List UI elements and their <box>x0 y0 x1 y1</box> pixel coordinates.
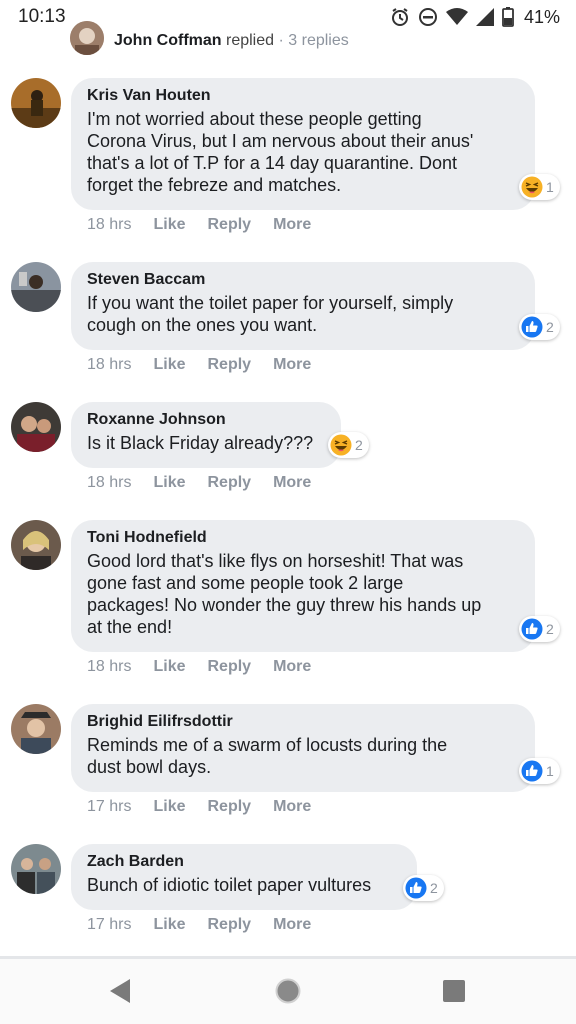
comment-bubble[interactable]: Steven Baccam If you want the toilet pap… <box>71 262 535 350</box>
comment-text: If you want the toilet paper for yoursel… <box>87 293 454 335</box>
avatar[interactable] <box>11 520 61 570</box>
comment-author[interactable]: Roxanne Johnson <box>87 410 323 430</box>
like-button[interactable]: Like <box>153 916 185 934</box>
battery-icon <box>502 7 514 27</box>
status-time: 10:13 <box>18 6 66 27</box>
comment-text: Reminds me of a swarm of locusts during … <box>87 735 448 777</box>
comment-text: Good lord that's like flys on horseshit!… <box>87 551 482 637</box>
signal-icon <box>475 8 494 26</box>
reply-button[interactable]: Reply <box>207 916 251 934</box>
comment-timestamp[interactable]: 17 hrs <box>87 798 131 816</box>
comment-actions: 18 hrs Like Reply More <box>87 356 311 374</box>
comment-actions: 17 hrs Like Reply More <box>87 798 311 816</box>
more-button[interactable]: More <box>273 798 311 816</box>
like-button[interactable]: Like <box>153 474 185 492</box>
like-reaction-icon <box>521 618 543 640</box>
like-reaction-icon <box>405 877 427 899</box>
recent-apps-icon[interactable] <box>443 980 465 1002</box>
reaction-badge[interactable]: 2 <box>519 616 560 642</box>
reply-count[interactable]: 3 replies <box>288 32 348 49</box>
avatar[interactable] <box>11 262 61 312</box>
like-reaction-icon <box>521 760 543 782</box>
comment-bubble[interactable]: Brighid Eilifrsdottir Reminds me of a sw… <box>71 704 535 792</box>
comment-timestamp[interactable]: 18 hrs <box>87 356 131 374</box>
comment-text: Is it Black Friday already??? <box>87 433 314 453</box>
reaction-badge[interactable]: 1 <box>519 174 560 200</box>
comment-bubble[interactable]: Kris Van Houten I'm not worried about th… <box>71 78 535 210</box>
reaction-badge[interactable]: 2 <box>519 314 560 340</box>
avatar[interactable] <box>11 704 61 754</box>
like-button[interactable]: Like <box>153 216 185 234</box>
comment-text: Bunch of idiotic toilet paper vultures <box>87 875 372 895</box>
avatar <box>70 21 104 55</box>
reaction-badge[interactable]: 1 <box>519 758 560 784</box>
comment-author[interactable]: Steven Baccam <box>87 270 517 290</box>
more-button[interactable]: More <box>273 356 311 374</box>
home-icon[interactable] <box>275 978 301 1004</box>
haha-reaction-icon <box>521 176 543 198</box>
like-button[interactable]: Like <box>153 798 185 816</box>
comment-timestamp[interactable]: 17 hrs <box>87 916 131 934</box>
status-icons: 41% <box>390 6 560 28</box>
reply-author[interactable]: John Coffman <box>114 32 222 49</box>
avatar[interactable] <box>11 78 61 128</box>
comment-author[interactable]: Kris Van Houten <box>87 86 517 106</box>
avatar[interactable] <box>11 844 61 894</box>
comment-bubble[interactable]: Roxanne Johnson Is it Black Friday alrea… <box>71 402 341 468</box>
reaction-count: 2 <box>546 319 554 335</box>
reaction-badge[interactable]: 2 <box>328 432 369 458</box>
comment-timestamp[interactable]: 18 hrs <box>87 216 131 234</box>
comment-actions: 18 hrs Like Reply More <box>87 216 311 234</box>
like-reaction-icon <box>521 316 543 338</box>
more-button[interactable]: More <box>273 916 311 934</box>
comment-author[interactable]: Brighid Eilifrsdottir <box>87 712 517 732</box>
comment-actions: 18 hrs Like Reply More <box>87 658 311 676</box>
reply-button[interactable]: Reply <box>207 798 251 816</box>
comment-author[interactable]: Toni Hodnefield <box>87 528 517 548</box>
more-button[interactable]: More <box>273 216 311 234</box>
reaction-badge[interactable]: 2 <box>403 875 444 901</box>
replied-label: replied <box>226 32 275 49</box>
more-button[interactable]: More <box>273 658 311 676</box>
reply-button[interactable]: Reply <box>207 474 251 492</box>
reaction-count: 2 <box>355 437 363 453</box>
comment-bubble[interactable]: Zach Barden Bunch of idiotic toilet pape… <box>71 844 417 910</box>
do-not-disturb-icon <box>418 8 437 26</box>
wifi-icon <box>445 8 468 25</box>
comment-actions: 18 hrs Like Reply More <box>87 474 311 492</box>
previous-replies-link[interactable]: John Coffman replied · 3 replies <box>70 21 349 56</box>
avatar[interactable] <box>11 402 61 452</box>
reaction-count: 1 <box>546 763 554 779</box>
comment-bubble[interactable]: Toni Hodnefield Good lord that's like fl… <box>71 520 535 652</box>
reaction-count: 2 <box>430 880 438 896</box>
more-button[interactable]: More <box>273 474 311 492</box>
reaction-count: 2 <box>546 621 554 637</box>
comment-timestamp[interactable]: 18 hrs <box>87 474 131 492</box>
like-button[interactable]: Like <box>153 658 185 676</box>
like-button[interactable]: Like <box>153 356 185 374</box>
comment-author[interactable]: Zach Barden <box>87 852 399 872</box>
comment-timestamp[interactable]: 18 hrs <box>87 658 131 676</box>
back-icon[interactable] <box>108 978 132 1004</box>
comment-text: I'm not worried about these people getti… <box>87 109 474 195</box>
reply-button[interactable]: Reply <box>207 356 251 374</box>
separator-dot: · <box>278 32 284 49</box>
reply-button[interactable]: Reply <box>207 216 251 234</box>
comment-actions: 17 hrs Like Reply More <box>87 916 311 934</box>
alarm-icon <box>391 8 408 26</box>
system-nav-bar <box>0 959 576 1024</box>
reply-button[interactable]: Reply <box>207 658 251 676</box>
haha-reaction-icon <box>330 434 352 456</box>
battery-percent: 41% <box>523 6 560 27</box>
reaction-count: 1 <box>546 179 554 195</box>
